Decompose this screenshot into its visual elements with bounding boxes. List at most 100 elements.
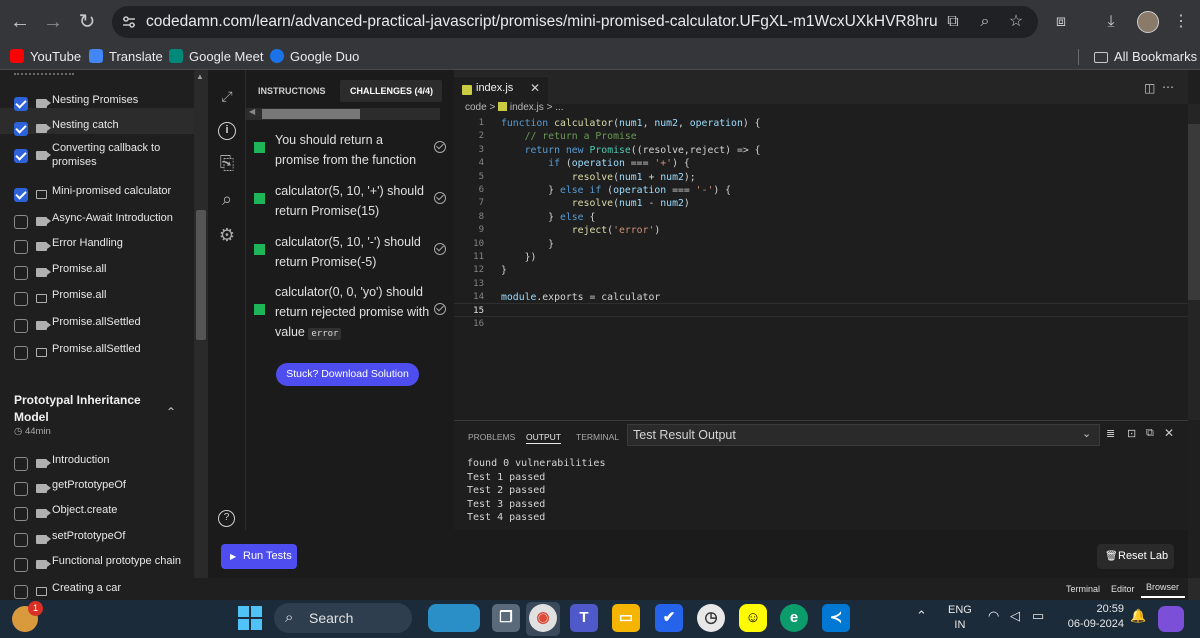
chrome-icon[interactable]: ◉ [529,604,557,632]
lesson-checkbox[interactable] [14,585,28,599]
lesson-checkbox[interactable] [14,507,28,521]
output-channel-select[interactable]: Test Result Output [627,424,1100,446]
bookmark-youtube[interactable]: YouTube [10,44,81,70]
chevron-up-icon[interactable]: ⌃ [916,608,927,624]
close-panel-icon[interactable]: ✕ [1164,426,1174,440]
lesson-item[interactable]: Promise.all [14,262,194,286]
code-line[interactable]: resolve(num1 + num2); [501,171,696,184]
lesson-item[interactable]: Object.create [14,503,194,527]
lesson-item[interactable]: Creating a car [14,581,194,605]
reset-lab-button[interactable]: 🗑 Reset Lab [1097,544,1174,569]
code-line[interactable]: // return a Promise [501,130,637,143]
lesson-item[interactable]: Promise.allSettled [14,315,194,339]
split-editor-icon[interactable]: ◫ [1144,81,1155,95]
chevron-down-icon[interactable]: ⌄ [1082,427,1091,440]
tab-instructions[interactable]: INSTRUCTIONS [258,84,326,98]
lock-icon[interactable]: ⊡ [1127,427,1136,440]
lesson-item[interactable]: Async-Await Introduction [14,211,194,235]
tab-output[interactable]: OUTPUT [526,430,561,444]
lesson-item[interactable]: Promise.allSettled [14,342,194,366]
lesson-checkbox[interactable] [14,122,28,136]
chevron-up-icon[interactable]: ⌃ [166,405,176,419]
code-line[interactable]: } else { [501,211,595,224]
bookmark-google-duo[interactable]: Google Duo [270,44,359,70]
code-line[interactable]: } [501,238,554,251]
search-icon[interactable]: ⌕ [217,189,237,209]
code-line[interactable]: } else if (operation === '-') { [501,184,731,197]
layout-editor[interactable]: Editor [1111,580,1135,598]
tab-terminal[interactable]: TERMINAL [576,430,619,444]
bookmark-google-meet[interactable]: Google Meet [169,44,263,70]
code-line[interactable]: resolve(num1 - num2) [501,197,690,210]
lesson-item[interactable]: getPrototypeOf [14,478,194,502]
files-icon[interactable]: ⎘ [217,153,237,173]
lesson-checkbox[interactable] [14,188,28,202]
install-app-icon[interactable]: ⧉ [940,0,966,44]
hscroll-left-icon[interactable]: ◀ [249,107,255,116]
forward-arrow-icon[interactable]: → [38,0,68,44]
zoom-icon[interactable]: ⌕ [972,0,998,44]
editor-scroll-thumb[interactable] [1188,124,1200,300]
code-line[interactable]: module.exports = calculator [501,291,660,304]
edge-icon[interactable]: e [780,604,808,632]
battery-icon[interactable]: ▭ [1032,608,1044,624]
lesson-item[interactable]: Functional prototype chain [14,554,194,578]
extensions-icon[interactable]: ⧈ [1048,0,1074,44]
clock-app-icon[interactable]: ◷ [697,604,725,632]
lesson-checkbox[interactable] [14,558,28,572]
lesson-checkbox[interactable] [14,266,28,280]
taskbar-search[interactable]: ⌕ Search [274,603,412,633]
code-line[interactable]: } [501,264,507,277]
lesson-item[interactable]: Mini-promised calculator [14,184,194,208]
tab-problems[interactable]: PROBLEMS [468,430,515,444]
lesson-item[interactable]: setPrototypeOf [14,529,194,553]
code-line[interactable]: function calculator(num1, num2, operatio… [501,117,761,130]
task-view-icon[interactable]: ❐ [492,604,520,632]
menu-dots-icon[interactable]: ⋮ [1168,0,1194,44]
sidebar-scroll-thumb[interactable] [196,210,206,340]
download-solution-button[interactable]: Stuck? Download Solution [276,363,419,386]
lesson-checkbox[interactable] [14,292,28,306]
code-line[interactable]: return new Promise((resolve,reject) => { [501,144,761,157]
all-bookmarks[interactable]: All Bookmarks [1094,44,1197,70]
lesson-checkbox[interactable] [14,319,28,333]
site-settings-icon[interactable] [121,14,137,30]
info-icon[interactable]: i [218,122,236,140]
teams-icon[interactable]: T [570,604,598,632]
vscode-icon[interactable]: ≺ [822,604,850,632]
clear-output-icon[interactable]: ⧉ [1146,427,1154,440]
more-actions-icon[interactable]: ⋯ [1162,80,1174,94]
reload-icon[interactable]: ↻ [72,0,102,44]
hscroll-thumb[interactable] [262,109,360,119]
clock[interactable]: 20:59 06-09-2024 [1060,602,1124,632]
lesson-item[interactable]: Promise.all [14,288,194,312]
volume-icon[interactable]: ◁ [1010,608,1020,624]
windows-start-icon[interactable] [238,606,262,630]
layout-terminal[interactable]: Terminal [1066,580,1100,598]
bell-icon[interactable]: 🔔 [1130,608,1146,624]
copilot-icon[interactable] [1158,606,1184,632]
lesson-checkbox[interactable] [14,346,28,360]
back-arrow-icon[interactable]: ← [5,0,35,44]
lesson-item[interactable]: Converting callback to promises [14,142,194,169]
url-bar[interactable]: codedamn.com/learn/advanced-practical-ja… [112,6,1038,38]
filter-icon[interactable]: ≣ [1106,427,1115,440]
bing-highlight-icon[interactable] [428,604,480,632]
code-line[interactable]: }) [501,251,537,264]
lesson-checkbox[interactable] [14,215,28,229]
lesson-item[interactable]: Nesting Promises [14,93,194,117]
profile-avatar[interactable] [1137,11,1159,33]
todo-icon[interactable]: ✔ [655,604,683,632]
lesson-checkbox[interactable] [14,482,28,496]
lesson-checkbox[interactable] [14,149,28,163]
file-explorer-icon[interactable]: ▭ [612,604,640,632]
lesson-checkbox[interactable] [14,240,28,254]
lesson-checkbox[interactable] [14,457,28,471]
snapchat-icon[interactable]: ☺ [739,604,767,632]
file-tab[interactable]: index.js ✕ [454,76,548,104]
code-line[interactable]: reject('error') [501,224,661,237]
wifi-icon[interactable]: ◠ [988,608,999,624]
close-tab-icon[interactable]: ✕ [530,81,540,95]
download-icon[interactable]: ⤓ [1098,0,1124,44]
lesson-item[interactable]: Introduction [14,453,194,477]
